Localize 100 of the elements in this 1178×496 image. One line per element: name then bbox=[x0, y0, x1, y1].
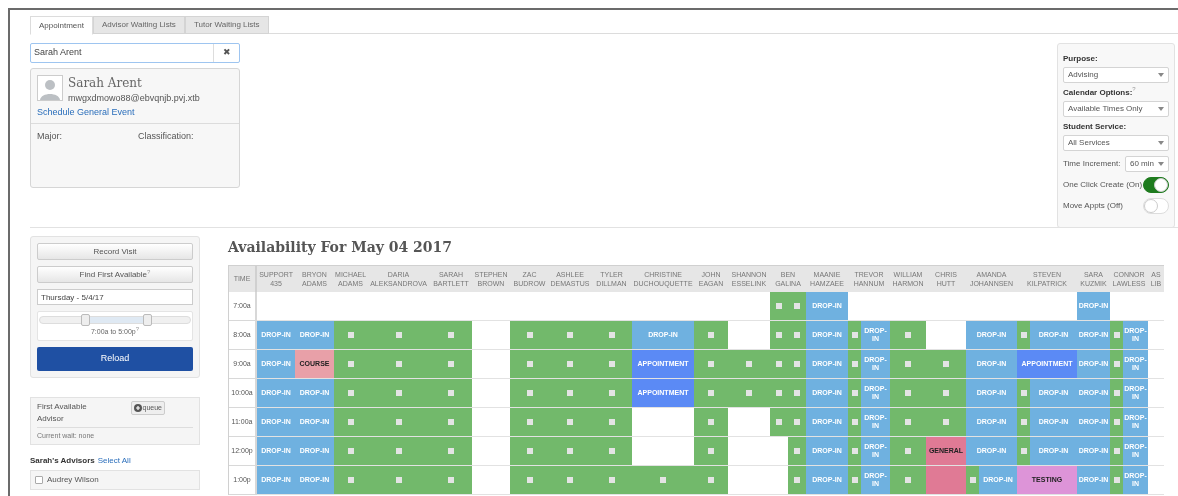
open-slot[interactable] bbox=[1110, 466, 1123, 494]
open-slot[interactable] bbox=[510, 379, 549, 407]
square-icon bbox=[347, 390, 354, 396]
select-field[interactable]: All Services bbox=[1063, 135, 1169, 151]
open-slot[interactable] bbox=[1017, 379, 1030, 407]
tab[interactable]: Tutor Waiting Lists bbox=[184, 16, 269, 34]
clear-button[interactable]: ✖ bbox=[213, 44, 239, 62]
open-slot[interactable] bbox=[1017, 321, 1030, 349]
open-slot[interactable] bbox=[848, 437, 861, 465]
open-slot[interactable] bbox=[788, 379, 806, 407]
open-slot[interactable] bbox=[591, 437, 632, 465]
open-slot[interactable] bbox=[1017, 437, 1030, 465]
open-slot[interactable] bbox=[1110, 379, 1123, 407]
avatar-icon bbox=[37, 75, 63, 101]
open-slot[interactable] bbox=[510, 437, 549, 465]
square-icon bbox=[608, 419, 615, 425]
schedule-event-link[interactable]: Schedule General Event bbox=[31, 105, 239, 119]
open-slot[interactable] bbox=[848, 466, 861, 494]
open-slot[interactable] bbox=[510, 408, 549, 436]
tab[interactable]: Appointment bbox=[30, 16, 93, 35]
square-icon bbox=[851, 332, 858, 338]
open-slot[interactable] bbox=[890, 379, 926, 407]
square-icon bbox=[1020, 448, 1027, 454]
square-icon bbox=[708, 361, 714, 367]
open-slot[interactable] bbox=[430, 350, 472, 378]
advisor-item[interactable]: Audrey Wilson bbox=[30, 470, 200, 490]
open-slot[interactable] bbox=[926, 379, 966, 407]
open-slot[interactable] bbox=[890, 466, 926, 494]
open-slot[interactable] bbox=[334, 321, 367, 349]
square-icon bbox=[794, 361, 800, 367]
date-field[interactable]: Thursday - 5/4/17 bbox=[37, 289, 193, 305]
record-visit-button[interactable]: Record Visit bbox=[37, 243, 193, 260]
find-first-available-button[interactable]: Find First Available$^{?}$ bbox=[37, 266, 193, 283]
open-slot[interactable] bbox=[334, 350, 367, 378]
open-slot[interactable] bbox=[591, 379, 632, 407]
open-slot[interactable] bbox=[770, 321, 788, 349]
open-slot[interactable] bbox=[694, 350, 728, 378]
student-name: Sarah Arent bbox=[68, 75, 143, 91]
select-field[interactable]: 60 min bbox=[1125, 156, 1169, 172]
open-slot[interactable] bbox=[430, 321, 472, 349]
open-slot[interactable] bbox=[334, 408, 367, 436]
open-slot[interactable] bbox=[694, 321, 728, 349]
open-slot[interactable] bbox=[926, 350, 966, 378]
open-slot[interactable] bbox=[694, 466, 728, 494]
open-slot[interactable] bbox=[966, 466, 979, 494]
open-slot[interactable] bbox=[694, 408, 728, 436]
open-slot[interactable] bbox=[848, 321, 861, 349]
open-slot[interactable] bbox=[430, 408, 472, 436]
open-slot[interactable] bbox=[1110, 437, 1123, 465]
square-icon bbox=[347, 448, 354, 454]
search-field[interactable]: Sarah Arent ✖ bbox=[30, 43, 240, 63]
general-slot[interactable] bbox=[926, 466, 966, 494]
open-slot[interactable] bbox=[770, 408, 788, 436]
open-slot[interactable] bbox=[788, 466, 806, 494]
open-slot[interactable] bbox=[848, 350, 861, 378]
select-field[interactable]: Available Times Only bbox=[1063, 101, 1169, 117]
open-slot[interactable] bbox=[890, 350, 926, 378]
open-slot[interactable] bbox=[788, 408, 806, 436]
open-slot[interactable] bbox=[591, 350, 632, 378]
open-slot[interactable] bbox=[890, 408, 926, 436]
open-slot[interactable] bbox=[926, 408, 966, 436]
open-slot[interactable] bbox=[1110, 408, 1123, 436]
open-slot[interactable] bbox=[591, 408, 632, 436]
open-slot[interactable] bbox=[334, 379, 367, 407]
open-slot[interactable] bbox=[1110, 350, 1123, 378]
select-field[interactable]: Advising bbox=[1063, 67, 1169, 83]
open-slot[interactable] bbox=[510, 321, 549, 349]
open-slot[interactable] bbox=[510, 466, 549, 494]
open-slot[interactable] bbox=[788, 292, 806, 320]
open-slot[interactable] bbox=[788, 321, 806, 349]
open-slot[interactable] bbox=[510, 350, 549, 378]
select-all-link[interactable]: Select All bbox=[97, 455, 131, 467]
open-slot[interactable] bbox=[1017, 408, 1030, 436]
open-slot[interactable] bbox=[591, 321, 632, 349]
open-slot[interactable] bbox=[430, 437, 472, 465]
open-slot[interactable] bbox=[848, 379, 861, 407]
slider-thumb[interactable] bbox=[81, 314, 90, 326]
open-slot[interactable] bbox=[694, 379, 728, 407]
square-icon bbox=[448, 332, 454, 338]
square-icon bbox=[395, 448, 402, 454]
open-slot[interactable] bbox=[334, 466, 367, 494]
open-slot[interactable] bbox=[334, 437, 367, 465]
open-slot[interactable] bbox=[890, 437, 926, 465]
open-slot[interactable] bbox=[430, 379, 472, 407]
slider-thumb[interactable] bbox=[142, 314, 152, 326]
open-slot[interactable] bbox=[694, 437, 728, 465]
tab[interactable]: Advisor Waiting Lists bbox=[92, 16, 185, 34]
square-icon bbox=[1020, 332, 1027, 338]
open-slot[interactable] bbox=[848, 408, 861, 436]
checkbox[interactable] bbox=[35, 476, 43, 484]
square-icon bbox=[347, 361, 354, 367]
open-slot[interactable] bbox=[430, 466, 472, 494]
open-slot[interactable] bbox=[890, 321, 926, 349]
open-slot[interactable] bbox=[1110, 321, 1123, 349]
open-slot[interactable] bbox=[788, 437, 806, 465]
range-slider[interactable] bbox=[39, 316, 191, 324]
open-slot[interactable] bbox=[788, 350, 806, 378]
toggle-switch[interactable] bbox=[1143, 177, 1169, 193]
open-slot[interactable] bbox=[770, 292, 788, 320]
reload-button[interactable]: Reload bbox=[37, 347, 193, 371]
